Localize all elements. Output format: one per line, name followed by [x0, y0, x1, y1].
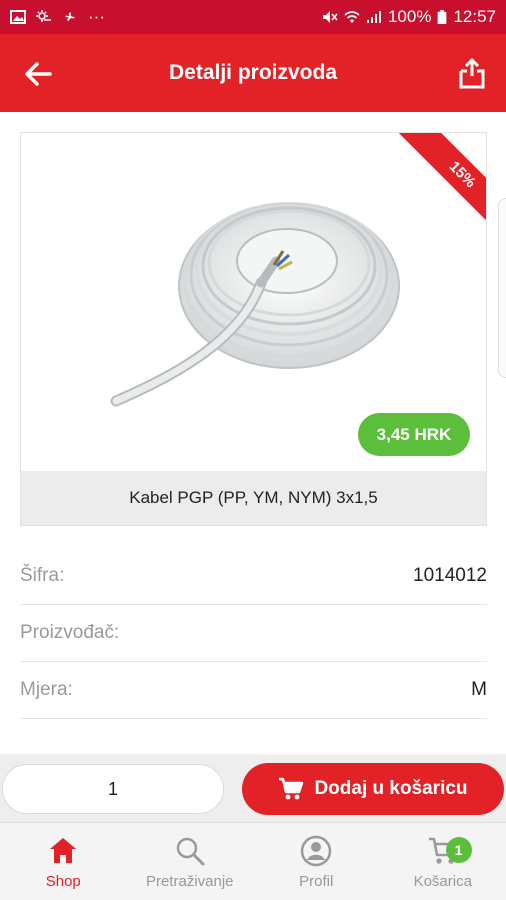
clock: 12:57 [453, 7, 496, 26]
fan-icon [65, 12, 75, 21]
battery-icon [438, 10, 447, 24]
nav-label: Profil [299, 873, 334, 890]
detail-value: M [471, 679, 487, 700]
cart-action-bar: Dodaj u košaricu [0, 754, 506, 822]
cart-icon [279, 777, 304, 800]
nav-label: Shop [45, 873, 81, 890]
status-right: 100% 12:57 [322, 7, 496, 27]
nav-item-search[interactable]: Pretraživanje [127, 823, 254, 900]
detail-row-sifra: Šifra: 1014012 [20, 548, 487, 605]
discount-badge: 15% [398, 133, 486, 239]
battery-percent: 100% [387, 7, 432, 26]
share-icon[interactable] [458, 58, 486, 90]
signal-icon [366, 11, 381, 23]
detail-label: Šifra: [20, 565, 65, 586]
home-icon [50, 838, 77, 863]
status-bar: ··· 100% 12:57 [0, 0, 506, 34]
quantity-input[interactable] [2, 764, 224, 814]
nav-item-profile[interactable]: Profil [253, 823, 380, 900]
weather-icon [36, 10, 51, 22]
product-card[interactable]: 15% 3,45 HRK Kabel PGP (PP, YM, NYM) 3x1… [20, 132, 487, 526]
nav-label: Košarica [413, 873, 472, 890]
side-drawer-handle[interactable] [498, 198, 506, 378]
cart-count-badge: 1 [445, 837, 472, 863]
detail-row-proizvodac: Proizvođač: [20, 605, 487, 662]
add-to-cart-button[interactable]: Dodaj u košaricu [242, 763, 504, 815]
page-title: Detalji proizvoda [168, 61, 338, 84]
image-icon [10, 10, 26, 24]
detail-value: 1014012 [413, 565, 487, 586]
product-name: Kabel PGP (PP, YM, NYM) 3x1,5 [21, 471, 486, 525]
app-bar: Detalji proizvoda [0, 34, 506, 112]
discount-ribbon: 15% [377, 133, 486, 242]
status-left: ··· [10, 7, 105, 27]
profile-icon [301, 835, 332, 867]
wifi-icon [344, 11, 360, 23]
detail-label: Mjera: [20, 679, 73, 700]
nav-item-shop[interactable]: Shop [0, 823, 127, 900]
price-badge: 3,45 HRK [358, 413, 470, 456]
more-dots-icon: ··· [88, 7, 105, 26]
bottom-nav: Shop Pretraživanje Profil Košarica 1 [0, 822, 506, 900]
back-arrow-icon[interactable] [22, 58, 54, 90]
add-to-cart-label: Dodaj u košaricu [314, 778, 468, 799]
nav-item-cart[interactable]: Košarica 1 [380, 823, 506, 900]
detail-row-mjera: Mjera: M [20, 662, 487, 719]
nav-label: Pretraživanje [145, 873, 234, 890]
detail-label: Proizvođač: [20, 622, 120, 643]
mute-icon [322, 11, 338, 23]
search-icon [176, 837, 205, 866]
